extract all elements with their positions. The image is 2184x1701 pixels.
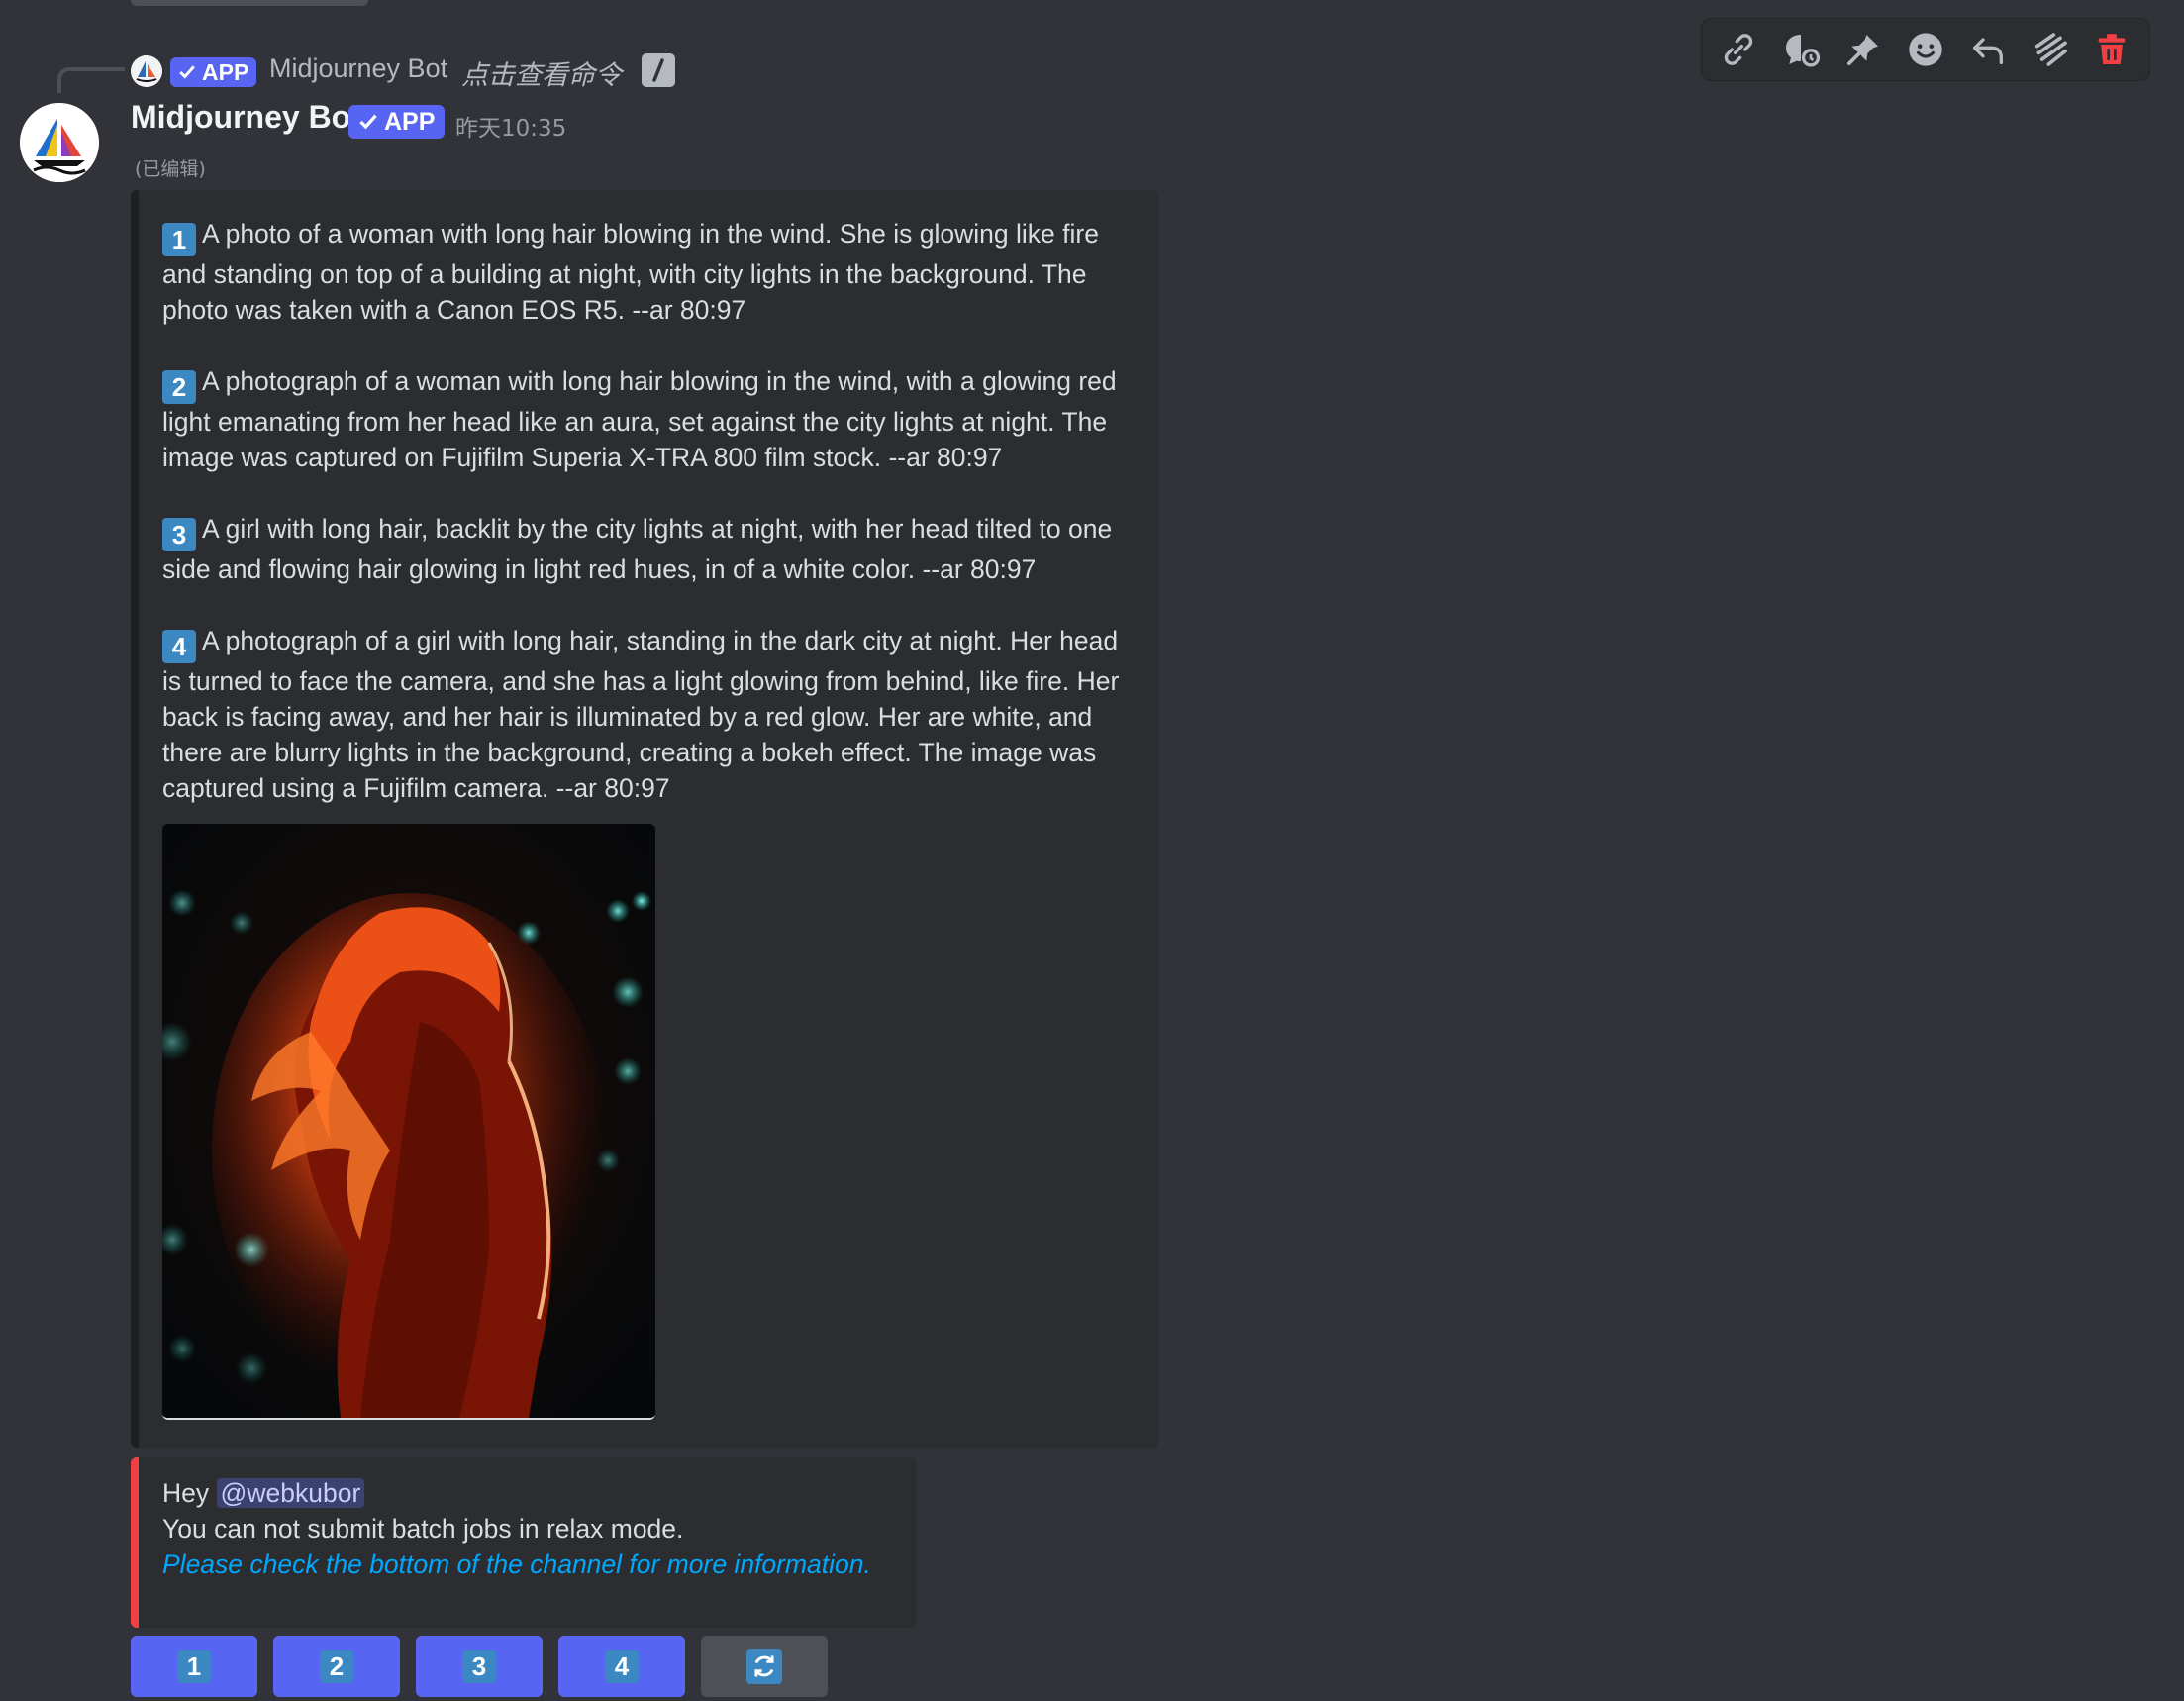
reply-command-link[interactable]: 点击查看命令 — [461, 53, 622, 92]
reply-connector — [57, 67, 125, 93]
link-icon[interactable] — [1713, 24, 1764, 75]
prompt-option-1: 1A photo of a woman with long hair blowi… — [162, 216, 1142, 328]
prompt-text: A photograph of a girl with long hair, s… — [162, 626, 1120, 803]
prompt-text: A photograph of a woman with long hair b… — [162, 366, 1117, 472]
keycap-4-icon: 4 — [605, 1650, 639, 1683]
more-icon[interactable] — [2025, 24, 2076, 75]
emoji-icon[interactable] — [1900, 24, 1951, 75]
delete-icon[interactable] — [2086, 24, 2137, 75]
author-name[interactable]: Midjourney Bot — [131, 99, 361, 136]
check-icon — [359, 114, 377, 130]
pin-icon[interactable] — [1837, 24, 1889, 75]
prompt-option-2: 2A photograph of a woman with long hair … — [162, 363, 1142, 475]
reply-avatar[interactable] — [131, 55, 162, 87]
keycap-2-icon: 2 — [162, 370, 196, 404]
previous-attachment-edge — [131, 0, 368, 6]
reroll-button[interactable] — [701, 1636, 828, 1697]
describe-embed: 1A photo of a woman with long hair blowi… — [131, 190, 1158, 1448]
keycap-3-icon: 3 — [162, 518, 196, 551]
select-prompt-2-button[interactable]: 2 — [273, 1636, 400, 1697]
reply-badge-label: APP — [202, 58, 249, 85]
message-timestamp[interactable]: 昨天10:35 — [455, 109, 566, 143]
prompt-text: A girl with long hair, backlit by the ci… — [162, 514, 1113, 584]
error-embed: Hey @webkubor You can not submit batch j… — [131, 1457, 917, 1628]
author-avatar[interactable] — [20, 103, 99, 182]
thread-icon[interactable] — [1775, 24, 1827, 75]
keycap-1-icon: 1 — [177, 1650, 211, 1683]
refresh-icon — [746, 1649, 782, 1684]
select-prompt-3-button[interactable]: 3 — [416, 1636, 543, 1697]
error-greeting-line: Hey @webkubor — [162, 1475, 871, 1511]
message-action-toolbar — [1701, 18, 2150, 81]
author-app-badge: APP — [348, 105, 446, 139]
user-mention[interactable]: @webkubor — [216, 1478, 365, 1508]
slash-command-icon[interactable] — [642, 53, 675, 87]
prompt-text: A photo of a woman with long hair blowin… — [162, 219, 1099, 325]
embed-image[interactable] — [162, 824, 655, 1420]
keycap-1-icon: 1 — [162, 223, 196, 256]
error-info-link[interactable]: Please check the bottom of the channel f… — [162, 1547, 871, 1582]
keycap-2-icon: 2 — [320, 1650, 353, 1683]
select-prompt-1-button[interactable]: 1 — [131, 1636, 257, 1697]
greeting-text: Hey — [162, 1478, 210, 1508]
reply-app-badge: APP — [170, 57, 257, 87]
error-message: You can not submit batch jobs in relax m… — [162, 1514, 684, 1544]
reply-author[interactable]: Midjourney Bot — [269, 53, 447, 84]
author-badge-label: APP — [384, 107, 436, 136]
embed-description: 1A photo of a woman with long hair blowi… — [162, 216, 1142, 842]
reply-icon[interactable] — [1962, 24, 2014, 75]
edited-indicator: (已编辑) — [135, 158, 206, 180]
keycap-3-icon: 3 — [462, 1650, 496, 1683]
select-prompt-4-button[interactable]: 4 — [558, 1636, 685, 1697]
check-icon — [179, 65, 195, 79]
keycap-4-icon: 4 — [162, 630, 196, 663]
prompt-option-4: 4A photograph of a girl with long hair, … — [162, 623, 1142, 806]
prompt-option-3: 3A girl with long hair, backlit by the c… — [162, 511, 1142, 587]
